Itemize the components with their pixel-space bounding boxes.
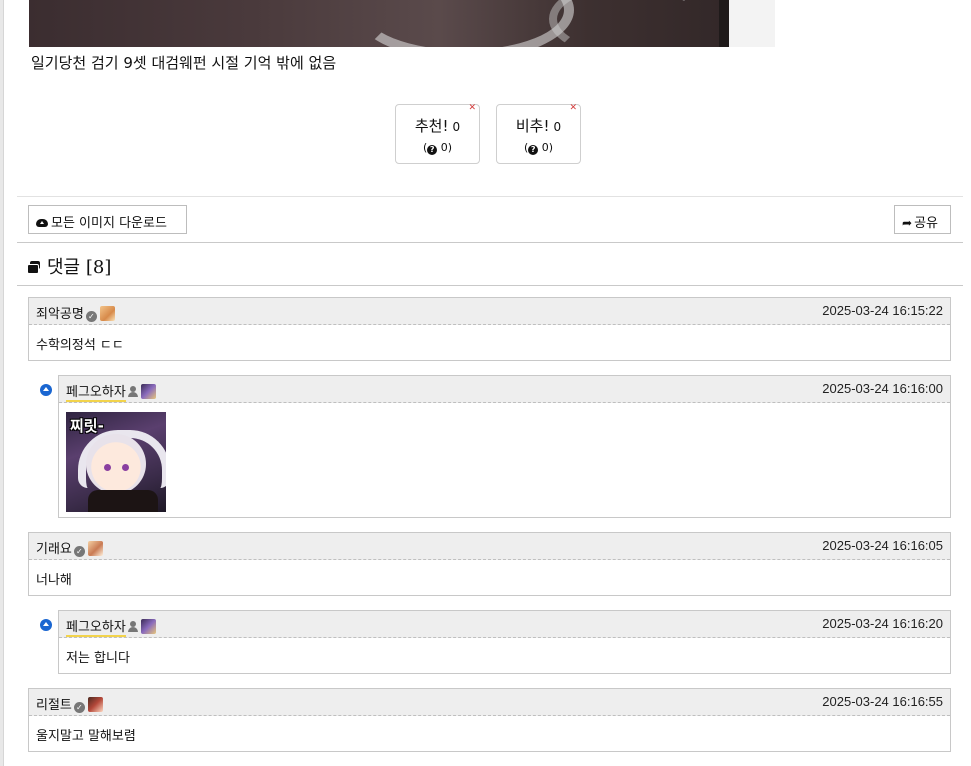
comment-date: 2025-03-24 16:16:05 [822,538,943,553]
close-icon[interactable]: ✕ [468,103,476,113]
divider [17,285,963,286]
comment-author[interactable]: 기래요 ✓ [36,538,103,557]
image-detail [729,0,775,47]
user-avatar-icon [140,619,156,634]
reply-arrow-icon [40,384,52,396]
comment-text: 수학의정석 ㄷㄷ [36,338,124,353]
post-image[interactable] [29,0,775,47]
upvote-sub: (? 0) [422,141,453,155]
comment-header: 기래요 ✓ 2025-03-24 16:16:05 [29,533,950,560]
comment-body: 찌릿- [59,403,950,521]
comment: 기래요 ✓ 2025-03-24 16:16:05 너나해 [28,532,951,596]
verified-icon: ✓ [73,702,85,713]
share-button[interactable]: ➦ 공유 [894,205,951,234]
divider [17,196,963,197]
author-name[interactable]: 죄악공명 [36,307,84,322]
divider [17,242,963,243]
downvote-count: 0 [553,120,562,134]
comment-date: 2025-03-24 16:15:22 [822,303,943,318]
sticker-image[interactable]: 찌릿- [66,412,166,512]
comment-header: 페그오하자 2025-03-24 16:16:00 [59,376,950,403]
image-detail [549,0,705,47]
comment-date: 2025-03-24 16:16:20 [822,616,943,631]
image-detail [104,464,111,471]
comment-text: 너나해 [36,573,72,588]
comment-author[interactable]: 페그오하자 [66,381,156,402]
user-icon [127,621,138,632]
user-avatar-icon [87,541,103,556]
user-avatar-icon [140,384,156,399]
download-all-images-button[interactable]: 모든 이미지 다운로드 [28,205,187,234]
post-container: 일기당천 검기 9셋 대검웨펀 시절 기억 밖에 없음 ✕ 추천! 0 (? 0)… [17,0,963,766]
upvote-button[interactable]: ✕ 추천! 0 (? 0) [395,103,480,164]
reply-arrow-icon [40,619,52,631]
author-name[interactable]: 리절트 [36,698,72,713]
comment-header: 리절트 ✓ 2025-03-24 16:16:55 [29,689,950,716]
user-icon [127,386,138,397]
sticker-text: 찌릿- [70,417,104,435]
downvote-sub: (? 0) [523,141,554,155]
image-detail [86,434,146,494]
comment-text: 울지말고 말해보렴 [36,729,136,744]
verified-icon: ✓ [85,311,97,322]
comment-author[interactable]: 죄악공명 ✓ [36,303,115,322]
comment-date: 2025-03-24 16:16:00 [822,381,943,396]
comment-header: 페그오하자 2025-03-24 16:16:20 [59,611,950,638]
image-detail [354,0,574,47]
close-icon[interactable]: ✕ [569,103,577,113]
comment-text: 저는 합니다 [66,651,130,666]
comment-reply: 페그오하자 2025-03-24 16:16:00 찌릿- [58,375,951,518]
question-icon: ? [427,145,438,155]
comment: 죄악공명 ✓ 2025-03-24 16:15:22 수학의정석 ㄷㄷ [28,297,951,361]
image-detail [122,464,129,471]
comment-header: 죄악공명 ✓ 2025-03-24 16:15:22 [29,298,950,325]
comments-title: 댓글 [47,257,81,278]
post-caption: 일기당천 검기 9셋 대검웨펀 시절 기억 밖에 없음 [31,54,337,72]
comment-date: 2025-03-24 16:16:55 [822,694,943,709]
upvote-label: 추천! [414,117,449,135]
question-icon: ? [528,145,539,155]
cloud-download-icon [36,219,48,227]
upvote-sub-count: 0 [440,141,448,154]
downvote-sub-count: 0 [541,141,549,154]
upvote-count: 0 [452,120,461,134]
user-avatar-icon [99,306,115,321]
share-arrow-icon: ➦ [902,216,913,230]
author-name[interactable]: 페그오하자 [66,385,126,402]
user-avatar-icon [87,697,103,712]
author-name[interactable]: 기래요 [36,542,72,557]
comments-count: [8] [85,257,112,278]
comments-heading: 댓글 [8] [27,253,111,279]
page-left-border [0,0,4,766]
comment: 리절트 ✓ 2025-03-24 16:16:55 울지말고 말해보렴 [28,688,951,752]
downvote-button[interactable]: ✕ 비추! 0 (? 0) [496,103,581,164]
download-label: 모든 이미지 다운로드 [51,216,167,231]
verified-icon: ✓ [73,546,85,557]
comment-author[interactable]: 페그오하자 [66,616,156,637]
image-detail [719,0,729,47]
comment-reply: 페그오하자 2025-03-24 16:16:20 저는 합니다 [58,610,951,674]
image-detail [88,490,158,512]
author-name[interactable]: 페그오하자 [66,620,126,637]
comments-icon [27,261,41,274]
downvote-label: 비추! [515,117,550,135]
comment-author[interactable]: 리절트 ✓ [36,694,103,713]
share-label: 공유 [914,216,938,231]
